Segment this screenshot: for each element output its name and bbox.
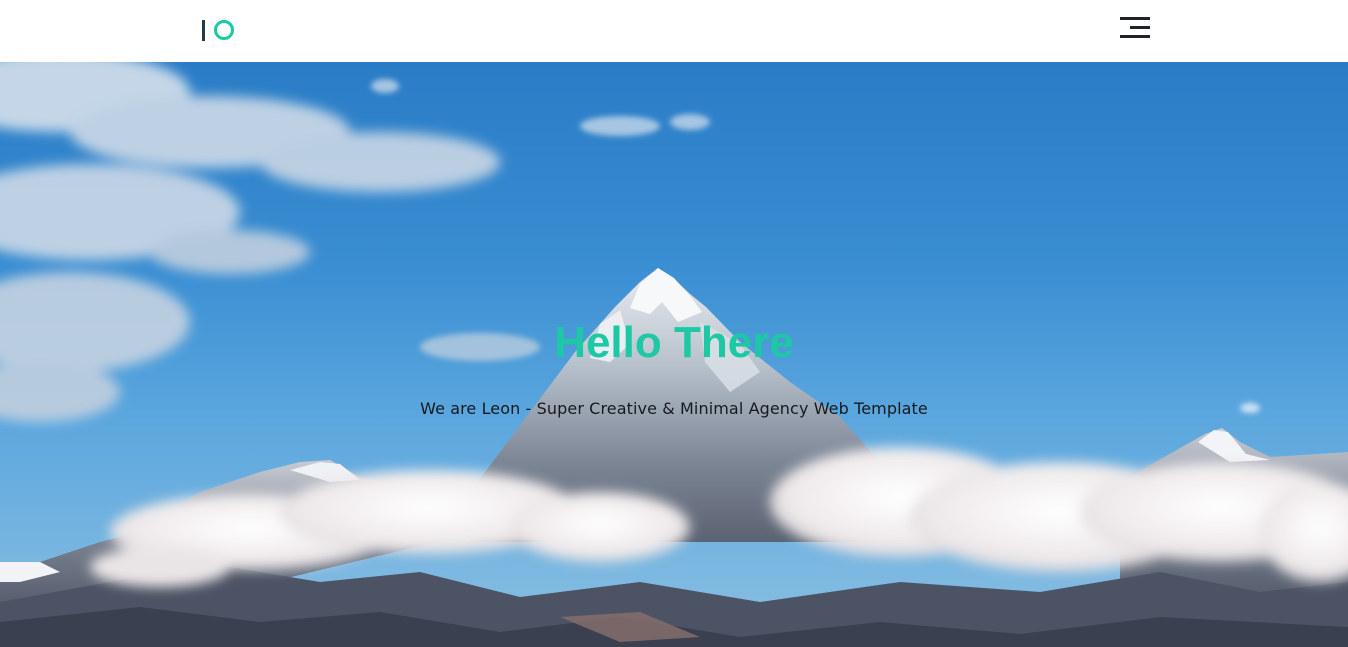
menu-line-middle xyxy=(1130,26,1150,29)
io-logo[interactable] xyxy=(202,19,234,41)
hero-title: Hello There xyxy=(554,318,794,367)
site-header xyxy=(0,0,1348,62)
menu-line-bottom xyxy=(1120,35,1150,38)
hero-subtitle: We are Leon - Super Creative & Minimal A… xyxy=(420,399,928,418)
hero-section: Hello There We are Leon - Super Creative… xyxy=(0,62,1348,647)
menu-line-top xyxy=(1120,17,1150,20)
logo-bar-icon xyxy=(202,19,205,41)
hamburger-menu-icon[interactable] xyxy=(1116,14,1154,42)
logo-ring-icon xyxy=(214,20,234,40)
